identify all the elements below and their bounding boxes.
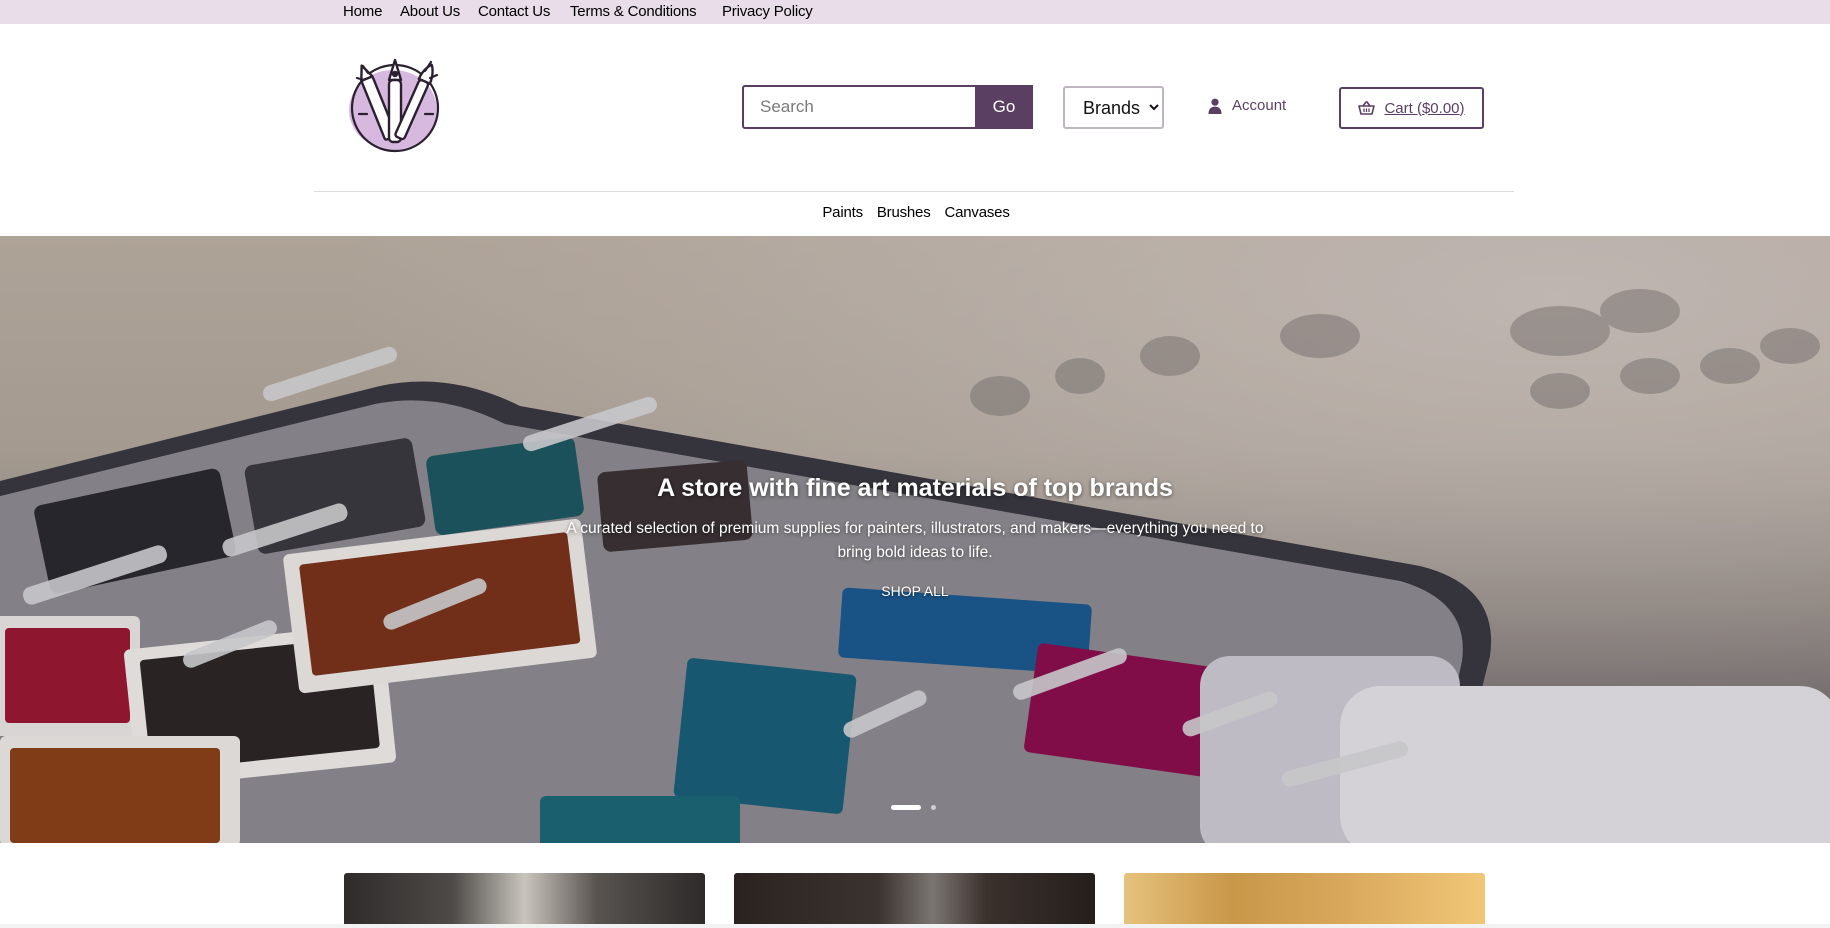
header-divider (314, 191, 1514, 192)
art-supplies-logo-icon (349, 58, 440, 153)
cart-label: Cart ($0.00) (1384, 99, 1465, 117)
carousel-indicators (891, 805, 936, 810)
user-icon (1208, 98, 1222, 114)
top-utility-bar: Home About Us Contact Us Terms & Conditi… (0, 0, 1830, 24)
nav-link-contact-us[interactable]: Contact Us (478, 3, 550, 20)
account-label: Account (1232, 97, 1287, 114)
category-link-paints[interactable]: Paints (822, 204, 863, 221)
hero-subtitle: A curated selection of premium supplies … (566, 520, 1264, 561)
page-bottom-edge (0, 924, 1830, 928)
nav-link-privacy-policy[interactable]: Privacy Policy (722, 3, 813, 20)
cart-button[interactable]: Cart ($0.00) (1339, 87, 1484, 129)
shop-all-link[interactable]: SHOP ALL (881, 583, 948, 599)
brands-select[interactable]: Brands (1063, 86, 1164, 129)
category-link-canvases[interactable]: Canvases (945, 204, 1010, 221)
category-card-canvases[interactable] (1124, 873, 1485, 928)
nav-link-home[interactable]: Home (343, 3, 382, 20)
site-logo[interactable] (345, 56, 445, 156)
nav-link-terms[interactable]: Terms & Conditions (570, 3, 697, 20)
hero-banner: A store with fine art materials of top b… (0, 236, 1830, 843)
carousel-dot-1[interactable] (891, 805, 921, 810)
search-go-button[interactable]: Go (975, 85, 1033, 129)
nav-link-about-us[interactable]: About Us (400, 3, 460, 20)
category-card-paints[interactable] (344, 873, 705, 928)
category-nav: Paints Brushes Canvases (0, 204, 1830, 221)
category-card-brushes[interactable] (734, 873, 1095, 928)
category-link-brushes[interactable]: Brushes (877, 204, 931, 221)
hero-cta-wrapper: SHOP ALL (0, 583, 1830, 601)
shopping-basket-icon (1358, 101, 1376, 115)
account-link[interactable]: Account (1208, 97, 1286, 114)
hero-title: A store with fine art materials of top b… (657, 474, 1173, 502)
carousel-dot-2[interactable] (931, 805, 936, 810)
